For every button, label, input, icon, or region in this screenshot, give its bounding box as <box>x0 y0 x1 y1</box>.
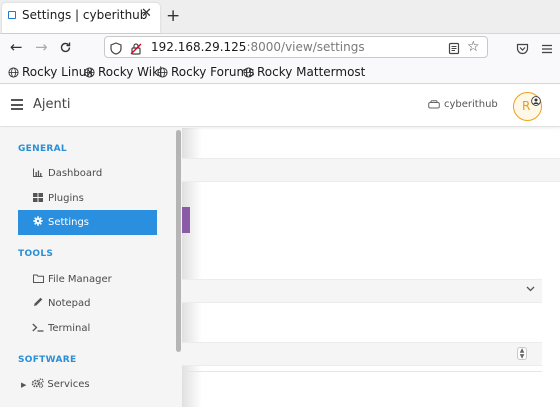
section-tools: TOOLS <box>18 249 54 259</box>
reload-icon[interactable] <box>59 39 72 58</box>
bookmark-rocky-mattermost[interactable]: Rocky Mattermost <box>243 65 365 79</box>
reader-view-icon[interactable] <box>448 40 460 59</box>
user-indicator[interactable]: cyberithub <box>428 99 498 110</box>
sidebar-item-services[interactable]: ▶ Services <box>18 372 157 397</box>
globe-icon <box>243 66 254 78</box>
globe-icon <box>157 66 168 78</box>
sidebar-item-plugins[interactable]: Plugins <box>18 186 157 211</box>
gear-icon <box>31 216 45 229</box>
user-circle-icon <box>531 91 541 106</box>
number-input[interactable] <box>182 342 542 366</box>
sidebar-item-terminal[interactable]: Terminal <box>18 316 157 341</box>
color-swatch[interactable] <box>182 207 190 233</box>
divider <box>182 371 542 372</box>
tab-title: Settings | cyberithub <box>22 8 148 22</box>
pocket-icon[interactable] <box>516 40 529 59</box>
terminal-icon <box>31 323 45 335</box>
chevron-down-icon[interactable] <box>526 284 535 295</box>
favicon-icon <box>8 11 16 19</box>
folder-icon <box>31 274 45 286</box>
hamburger-menu-icon[interactable] <box>11 99 23 110</box>
stepper-arrows-icon[interactable]: ▲ ▼ <box>517 347 527 360</box>
bookmark-rocky-linux[interactable]: Rocky Linux <box>8 65 94 79</box>
sidebar-item-dashboard[interactable]: Dashboard <box>18 161 157 186</box>
pencil-icon <box>31 297 45 310</box>
bookmark-rocky-wiki[interactable]: Rocky Wiki <box>84 65 162 79</box>
globe-icon <box>84 66 95 78</box>
grid-icon <box>31 192 45 205</box>
caret-right-icon[interactable]: ▶ <box>21 381 26 389</box>
sidebar-scrollbar[interactable] <box>176 130 181 352</box>
bookmark-star-icon[interactable]: ☆ <box>467 39 480 55</box>
sidebar-item-notepad[interactable]: Notepad <box>18 291 157 316</box>
section-software: SOFTWARE <box>18 355 77 365</box>
new-tab-button[interactable]: + <box>166 6 180 26</box>
section-general: GENERAL <box>18 144 67 154</box>
close-tab-icon[interactable]: ✕ <box>141 6 152 21</box>
gears-icon <box>30 378 44 391</box>
forward-icon[interactable]: → <box>35 37 48 57</box>
server-icon <box>428 100 440 109</box>
username: cyberithub <box>444 99 498 110</box>
bookmark-rocky-forums[interactable]: Rocky Forums <box>157 65 254 79</box>
settings-select[interactable] <box>182 279 542 303</box>
menu-icon[interactable] <box>541 40 553 59</box>
back-icon[interactable]: ← <box>10 37 23 57</box>
url-text[interactable]: 192.168.29.125:8000/view/settings <box>151 40 365 54</box>
sidebar-item-settings[interactable]: Settings <box>18 210 157 235</box>
globe-icon <box>8 66 19 78</box>
lock-insecure-icon[interactable] <box>130 40 142 59</box>
sidebar-item-file-manager[interactable]: File Manager <box>18 267 157 292</box>
shield-icon[interactable] <box>110 40 122 59</box>
app-name: Ajenti <box>33 97 71 112</box>
chart-icon <box>31 168 45 180</box>
content-header-panel <box>182 158 560 182</box>
avatar-letter: R <box>522 99 531 113</box>
